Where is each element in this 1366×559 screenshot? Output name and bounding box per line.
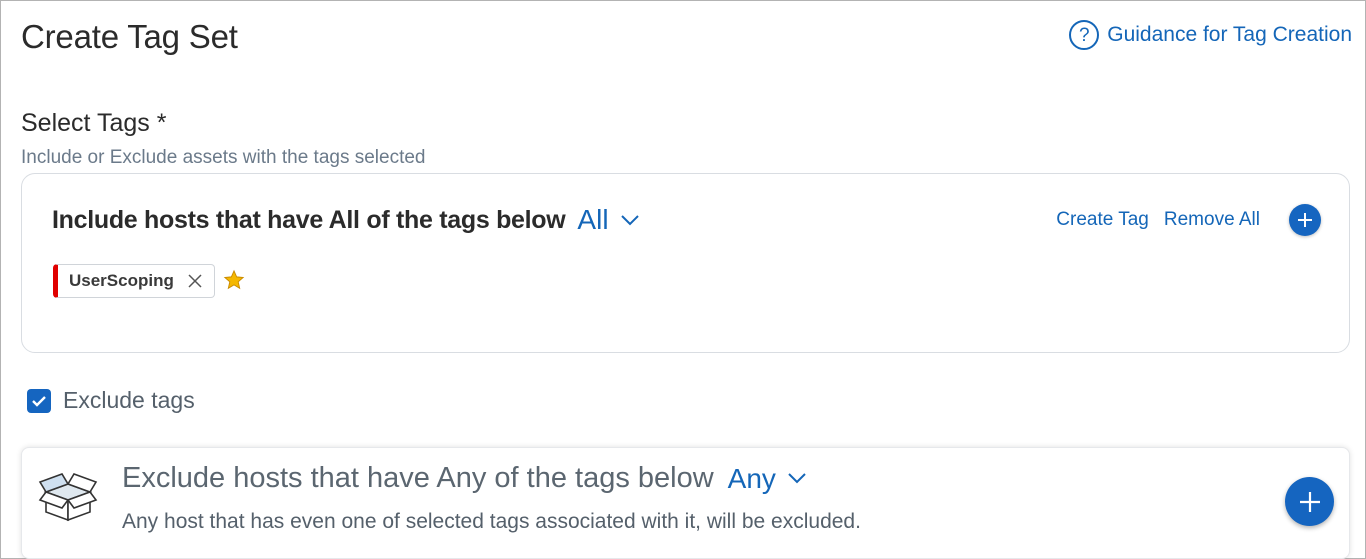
include-mode-value: All — [577, 204, 609, 235]
include-title: Include hosts that have All of the tags … — [52, 205, 566, 234]
chevron-down-icon — [620, 214, 639, 225]
close-icon[interactable] — [188, 274, 202, 288]
exclude-header: Exclude hosts that have Any of the tags … — [122, 462, 806, 495]
tag-label: UserScoping — [69, 271, 174, 290]
exclude-tags-card: Exclude hosts that have Any of the tags … — [21, 447, 1350, 559]
plus-icon — [1298, 213, 1312, 227]
exclude-tags-label: Exclude tags — [63, 387, 195, 413]
include-header: Include hosts that have All of the tags … — [52, 204, 639, 236]
star-icon[interactable] — [223, 269, 245, 291]
include-actions: Create Tag Remove All — [1056, 204, 1321, 236]
plus-icon — [1299, 491, 1320, 512]
exclude-tags-checkbox-row[interactable]: Exclude tags — [27, 387, 195, 414]
select-tags-subtitle: Include or Exclude assets with the tags … — [21, 147, 426, 168]
create-tag-button[interactable]: Create Tag — [1056, 209, 1149, 231]
guidance-link-label: Guidance for Tag Creation — [1107, 23, 1352, 46]
select-tags-title: Select Tags * — [21, 109, 167, 137]
open-box-icon — [38, 473, 98, 522]
include-mode-select[interactable]: All — [577, 204, 639, 236]
include-tags-card: Include hosts that have All of the tags … — [21, 173, 1350, 353]
exclude-description: Any host that has even one of selected t… — [122, 510, 861, 533]
add-include-tag-button[interactable] — [1289, 204, 1321, 236]
exclude-mode-value: Any — [727, 462, 776, 494]
exclude-tags-checkbox[interactable] — [27, 388, 51, 413]
guidance-link[interactable]: ? Guidance for Tag Creation — [1069, 19, 1352, 51]
chevron-down-icon — [788, 473, 806, 484]
add-exclude-tag-button[interactable] — [1285, 477, 1334, 526]
exclude-title: Exclude hosts that have Any of the tags … — [122, 462, 714, 494]
remove-all-button[interactable]: Remove All — [1164, 209, 1260, 231]
page-title: Create Tag Set — [21, 18, 238, 55]
exclude-mode-select[interactable]: Any — [728, 463, 806, 495]
create-tag-set-panel: Create Tag Set ? Guidance for Tag Creati… — [0, 0, 1366, 559]
check-icon — [32, 395, 46, 407]
help-circle-icon: ? — [1069, 20, 1100, 50]
tag-chip[interactable]: UserScoping — [53, 264, 215, 298]
